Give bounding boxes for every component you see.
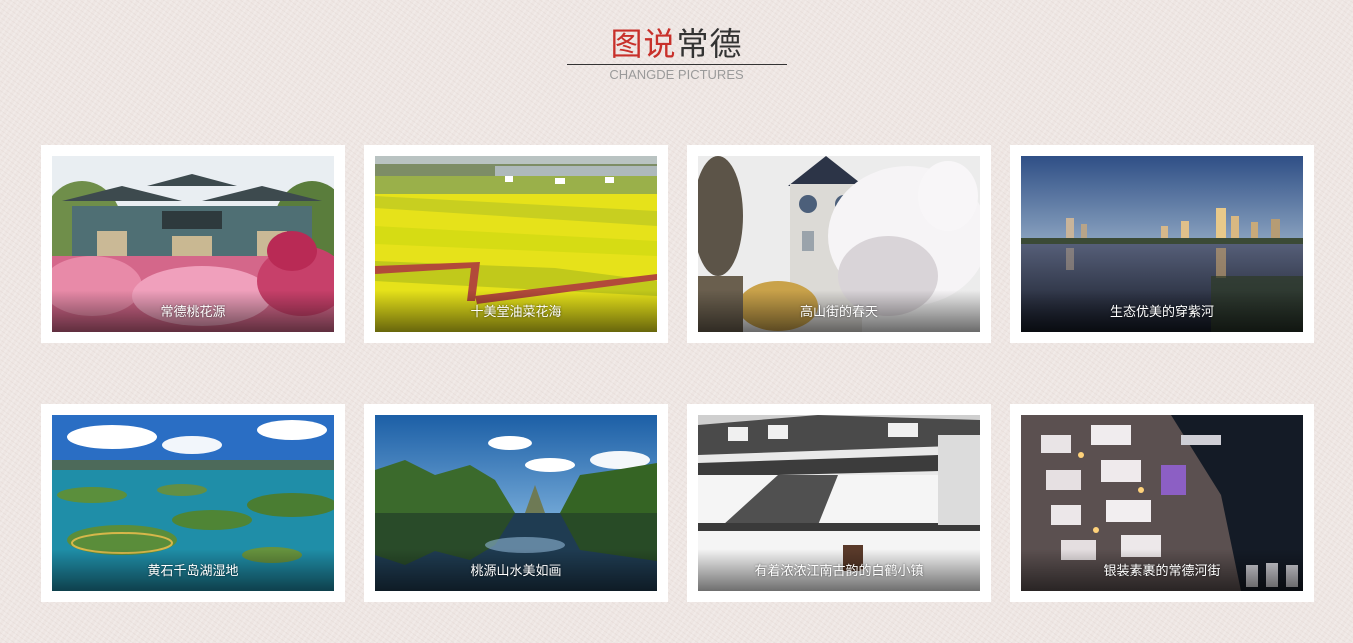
photo-caption: 黄石千岛湖湿地 (52, 549, 334, 591)
gallery-card[interactable]: 银装素裹的常德河街 (1010, 404, 1314, 602)
gallery-card[interactable]: 生态优美的穿紫河 (1010, 145, 1314, 343)
photo-gallery: 常德桃花源 十美堂油菜花海 高山街的春天 生态优美的穿紫河 黄石千岛湖湿地 桃源… (41, 145, 1316, 602)
gallery-card[interactable]: 黄石千岛湖湿地 (41, 404, 345, 602)
photo-rapeseed-fields[interactable]: 十美堂油菜花海 (375, 156, 657, 332)
photo-caption: 桃源山水美如画 (375, 549, 657, 591)
photo-caption: 高山街的春天 (698, 290, 980, 332)
title-rest: 常德 (676, 25, 743, 63)
photo-snowy-river-street[interactable]: 银装素裹的常德河街 (1021, 415, 1303, 591)
photo-river-skyline[interactable]: 生态优美的穿紫河 (1021, 156, 1303, 332)
title-accent: 图说 (610, 25, 677, 63)
photo-archway-peach-blossom[interactable]: 常德桃花源 (52, 156, 334, 332)
section-header: 图说常德 CHANGDE PICTURES (0, 24, 1353, 84)
photo-clock-tower-blossom[interactable]: 高山街的春天 (698, 156, 980, 332)
page-subtitle: CHANGDE PICTURES (609, 67, 744, 82)
gallery-card[interactable]: 常德桃花源 (41, 145, 345, 343)
title-underline (566, 64, 787, 65)
photo-caption: 生态优美的穿紫河 (1021, 290, 1303, 332)
photo-caption: 常德桃花源 (52, 290, 334, 332)
photo-caption: 十美堂油菜花海 (375, 290, 657, 332)
gallery-card[interactable]: 有着浓浓江南古韵的白鹤小镇 (687, 404, 991, 602)
photo-white-walled-town[interactable]: 有着浓浓江南古韵的白鹤小镇 (698, 415, 980, 591)
photo-lake-islands[interactable]: 黄石千岛湖湿地 (52, 415, 334, 591)
gallery-card[interactable]: 桃源山水美如画 (364, 404, 668, 602)
gallery-card[interactable]: 十美堂油菜花海 (364, 145, 668, 343)
page-title: 图说常德 (0, 24, 1353, 64)
photo-caption: 有着浓浓江南古韵的白鹤小镇 (698, 549, 980, 591)
photo-karst-reflection[interactable]: 桃源山水美如画 (375, 415, 657, 591)
gallery-card[interactable]: 高山街的春天 (687, 145, 991, 343)
photo-caption: 银装素裹的常德河街 (1021, 549, 1303, 591)
